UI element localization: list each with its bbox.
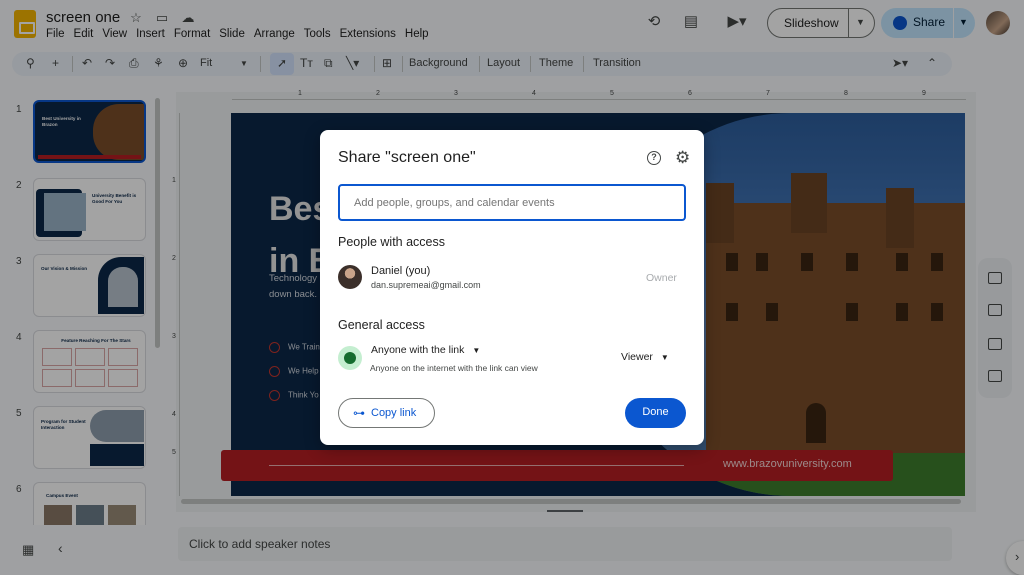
add-people-input[interactable] xyxy=(338,184,686,221)
dialog-title: Share "screen one" xyxy=(338,149,476,166)
help-icon[interactable]: ? xyxy=(647,151,661,165)
globe-icon xyxy=(338,346,362,370)
link-role-select[interactable]: Viewer ▼ xyxy=(621,351,669,363)
owner-role: Owner xyxy=(646,272,677,284)
gear-icon[interactable]: ⚙ xyxy=(675,148,690,168)
link-icon: ⊶ xyxy=(353,406,365,420)
share-dialog: Share "screen one" ? ⚙ People with acces… xyxy=(320,130,704,445)
person-email: dan.supremeai@gmail.com xyxy=(371,280,481,290)
copy-link-label: Copy link xyxy=(371,407,417,419)
copy-link-button[interactable]: ⊶ Copy link xyxy=(338,398,435,428)
person-name: Daniel (you) xyxy=(371,265,431,277)
general-access-select[interactable]: Anyone with the link ▼ xyxy=(371,344,480,356)
dropdown-caret-icon: ▼ xyxy=(472,346,481,355)
done-label: Done xyxy=(642,406,669,418)
general-access-heading: General access xyxy=(338,318,425,332)
avatar xyxy=(338,265,362,289)
people-with-access-heading: People with access xyxy=(338,235,446,249)
general-access-description: Anyone on the internet with the link can… xyxy=(370,363,538,373)
link-role-value: Viewer xyxy=(621,351,653,363)
general-access-value: Anyone with the link xyxy=(371,344,465,356)
dropdown-caret-icon: ▼ xyxy=(660,353,669,362)
done-button[interactable]: Done xyxy=(625,398,686,428)
